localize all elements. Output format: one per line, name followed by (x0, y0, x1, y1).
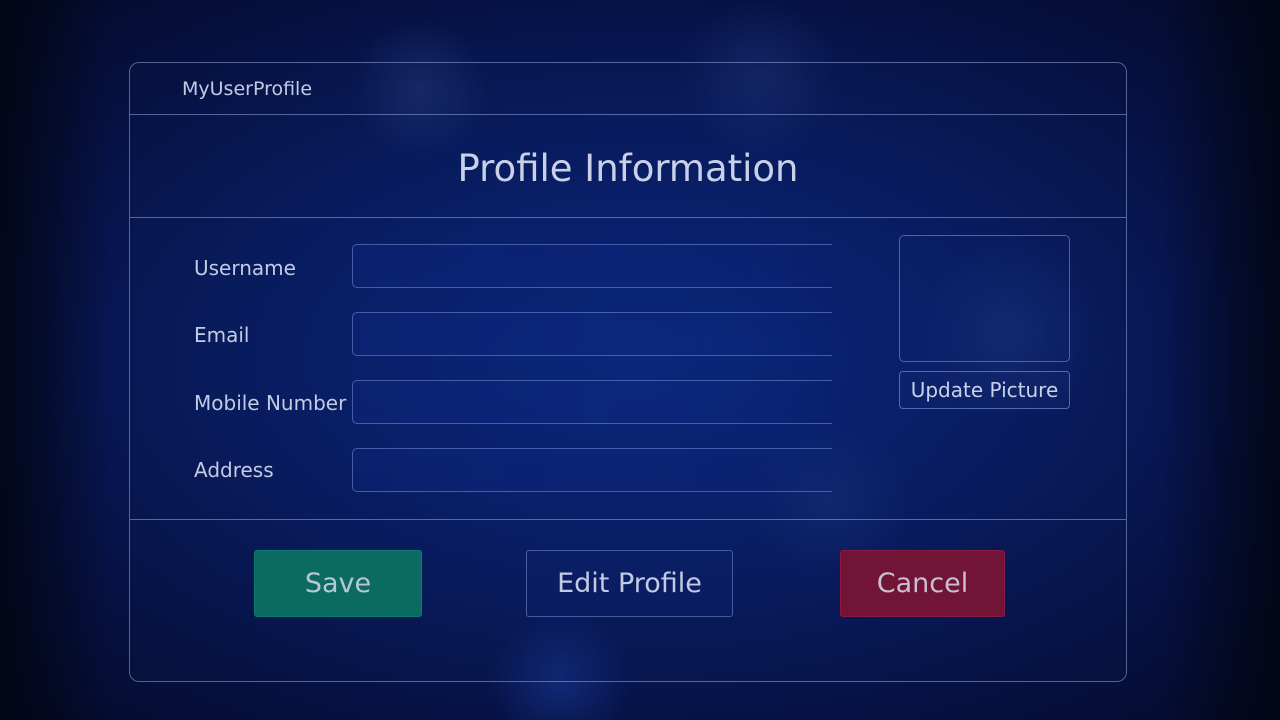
page-header: Profile Information (130, 115, 1126, 218)
profile-card: MyUserProfile Profile Information Userna… (129, 62, 1127, 682)
profile-picture (899, 235, 1070, 362)
mobile-number-label: Mobile Number (194, 391, 347, 415)
app-title: MyUserProfile (182, 78, 313, 100)
edit-profile-button[interactable]: Edit Profile (526, 550, 733, 617)
title-bar: MyUserProfile (130, 63, 1126, 115)
email-label: Email (194, 323, 250, 347)
profile-form: Username Email Mobile Number Address Upd… (130, 218, 1126, 520)
page-title: Profile Information (457, 147, 799, 190)
username-label: Username (194, 256, 296, 280)
email-input[interactable] (352, 312, 832, 356)
update-picture-button[interactable]: Update Picture (899, 371, 1070, 409)
cancel-button[interactable]: Cancel (840, 550, 1005, 617)
address-label: Address (194, 458, 274, 482)
address-input[interactable] (352, 448, 832, 492)
username-input[interactable] (352, 244, 832, 288)
save-button[interactable]: Save (254, 550, 422, 617)
mobile-number-input[interactable] (352, 380, 832, 424)
